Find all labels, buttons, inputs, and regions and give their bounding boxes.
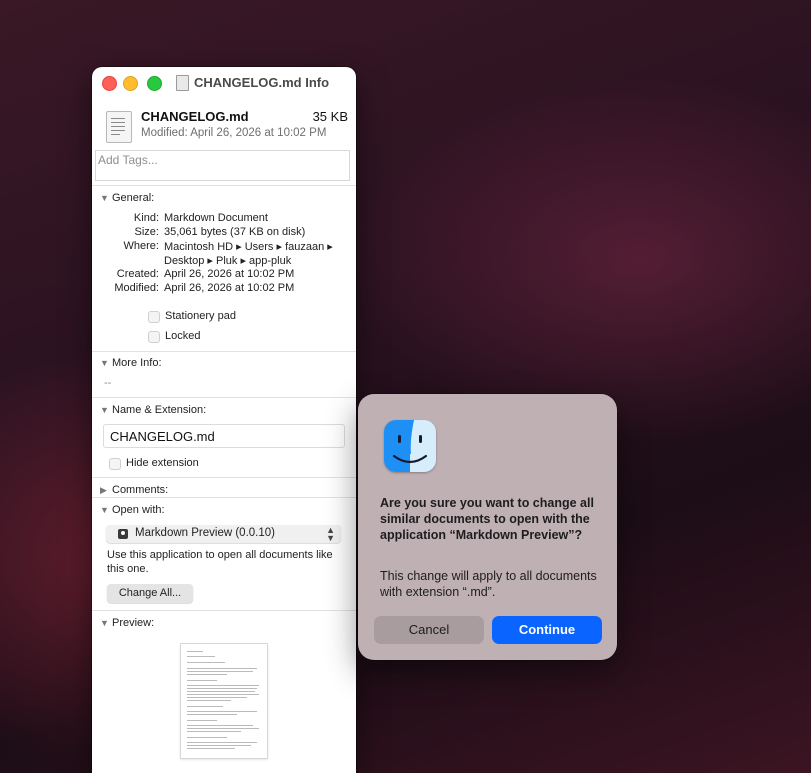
file-size: 35 KB — [312, 109, 348, 124]
section-preview[interactable]: ▼ Preview: — [100, 617, 154, 629]
open-with-description: Use this application to open all documen… — [107, 549, 333, 575]
dialog-title: Are you sure you want to change all simi… — [380, 496, 594, 542]
file-name: CHANGELOG.md — [141, 109, 249, 124]
divider — [92, 185, 356, 186]
markdown-preview-app-icon — [118, 529, 128, 539]
where-value-cont: Desktop ▸ Pluk ▸ app-pluk — [164, 255, 292, 267]
chevron-down-icon: ▼ — [100, 193, 109, 203]
more-info-heading: More Info: — [112, 357, 162, 369]
section-open-with[interactable]: ▼ Open with: — [100, 504, 165, 516]
continue-button[interactable]: Continue — [492, 616, 602, 644]
title-bar[interactable]: CHANGELOG.md Info — [92, 67, 356, 97]
preview-heading: Preview: — [112, 617, 155, 629]
where-label: Where: — [123, 240, 159, 252]
file-modified: Modified: April 26, 2026 at 10:02 PM — [141, 127, 327, 139]
section-more-info[interactable]: ▼ More Info: — [100, 357, 162, 369]
tags-field[interactable]: Add Tags... — [95, 150, 350, 181]
name-extension-value: CHANGELOG.md — [110, 429, 215, 444]
open-with-popup[interactable]: Markdown Preview (0.0.10) ▲ ▼ — [106, 525, 341, 543]
minimize-button[interactable] — [123, 76, 138, 91]
divider — [92, 477, 356, 478]
created-label: Created: — [116, 268, 159, 280]
document-preview-thumbnail — [181, 644, 267, 758]
more-info-value: -- — [104, 377, 112, 389]
chevron-down-icon: ▼ — [100, 405, 109, 415]
created-value: April 26, 2026 at 10:02 PM — [164, 268, 295, 280]
tags-placeholder: Add Tags... — [98, 153, 158, 167]
window-title: CHANGELOG.md Info — [194, 75, 330, 90]
divider — [92, 610, 356, 611]
cancel-button[interactable]: Cancel — [374, 616, 484, 644]
chevron-right-icon: ▶ — [100, 485, 107, 495]
divider — [92, 397, 356, 398]
close-button[interactable] — [102, 76, 117, 91]
file-document-icon — [106, 111, 132, 143]
stationery-pad-label: Stationery pad — [165, 310, 236, 322]
name-extension-heading: Name & Extension: — [112, 404, 207, 416]
chevron-down-icon: ▼ — [100, 618, 109, 628]
modified-value: April 26, 2026 at 10:02 PM — [164, 282, 295, 294]
divider — [92, 497, 356, 498]
open-with-selected-app: Markdown Preview (0.0.10) — [135, 527, 275, 539]
name-extension-field[interactable]: CHANGELOG.md — [103, 424, 345, 448]
dialog-message: This change will apply to all documents … — [380, 569, 597, 599]
comments-heading: Comments: — [112, 484, 169, 496]
finder-icon — [384, 420, 436, 472]
chevron-down-icon: ▼ — [100, 505, 109, 515]
kind-label: Kind: — [133, 212, 159, 224]
section-general[interactable]: ▼ General: — [100, 192, 154, 204]
document-icon — [176, 75, 189, 91]
general-heading: General: — [112, 192, 155, 204]
stationery-pad-checkbox[interactable] — [148, 311, 160, 323]
locked-label: Locked — [165, 330, 201, 342]
zoom-button[interactable] — [147, 76, 162, 91]
kind-value: Markdown Document — [164, 212, 268, 224]
chevron-down-icon: ▼ — [100, 358, 109, 368]
change-all-button[interactable]: Change All... — [107, 584, 193, 603]
hide-extension-label: Hide extension — [126, 457, 199, 469]
open-with-heading: Open with: — [112, 504, 165, 516]
section-name-extension[interactable]: ▼ Name & Extension: — [100, 404, 206, 416]
divider — [92, 351, 356, 352]
info-window: CHANGELOG.md Info CHANGELOG.md 35 KB Mod… — [92, 67, 356, 773]
size-label: Size: — [134, 226, 159, 238]
modified-label: Modified: — [114, 282, 159, 294]
locked-checkbox[interactable] — [148, 331, 160, 343]
up-down-chevron-icon: ▲ ▼ — [326, 525, 335, 543]
section-comments[interactable]: ▶ Comments: — [100, 484, 168, 496]
hide-extension-checkbox[interactable] — [109, 458, 121, 470]
confirm-change-dialog: Are you sure you want to change all simi… — [358, 394, 617, 660]
where-value: Macintosh HD ▸ Users ▸ fauzaan ▸ — [164, 241, 333, 253]
size-value: 35,061 bytes (37 KB on disk) — [164, 226, 306, 238]
